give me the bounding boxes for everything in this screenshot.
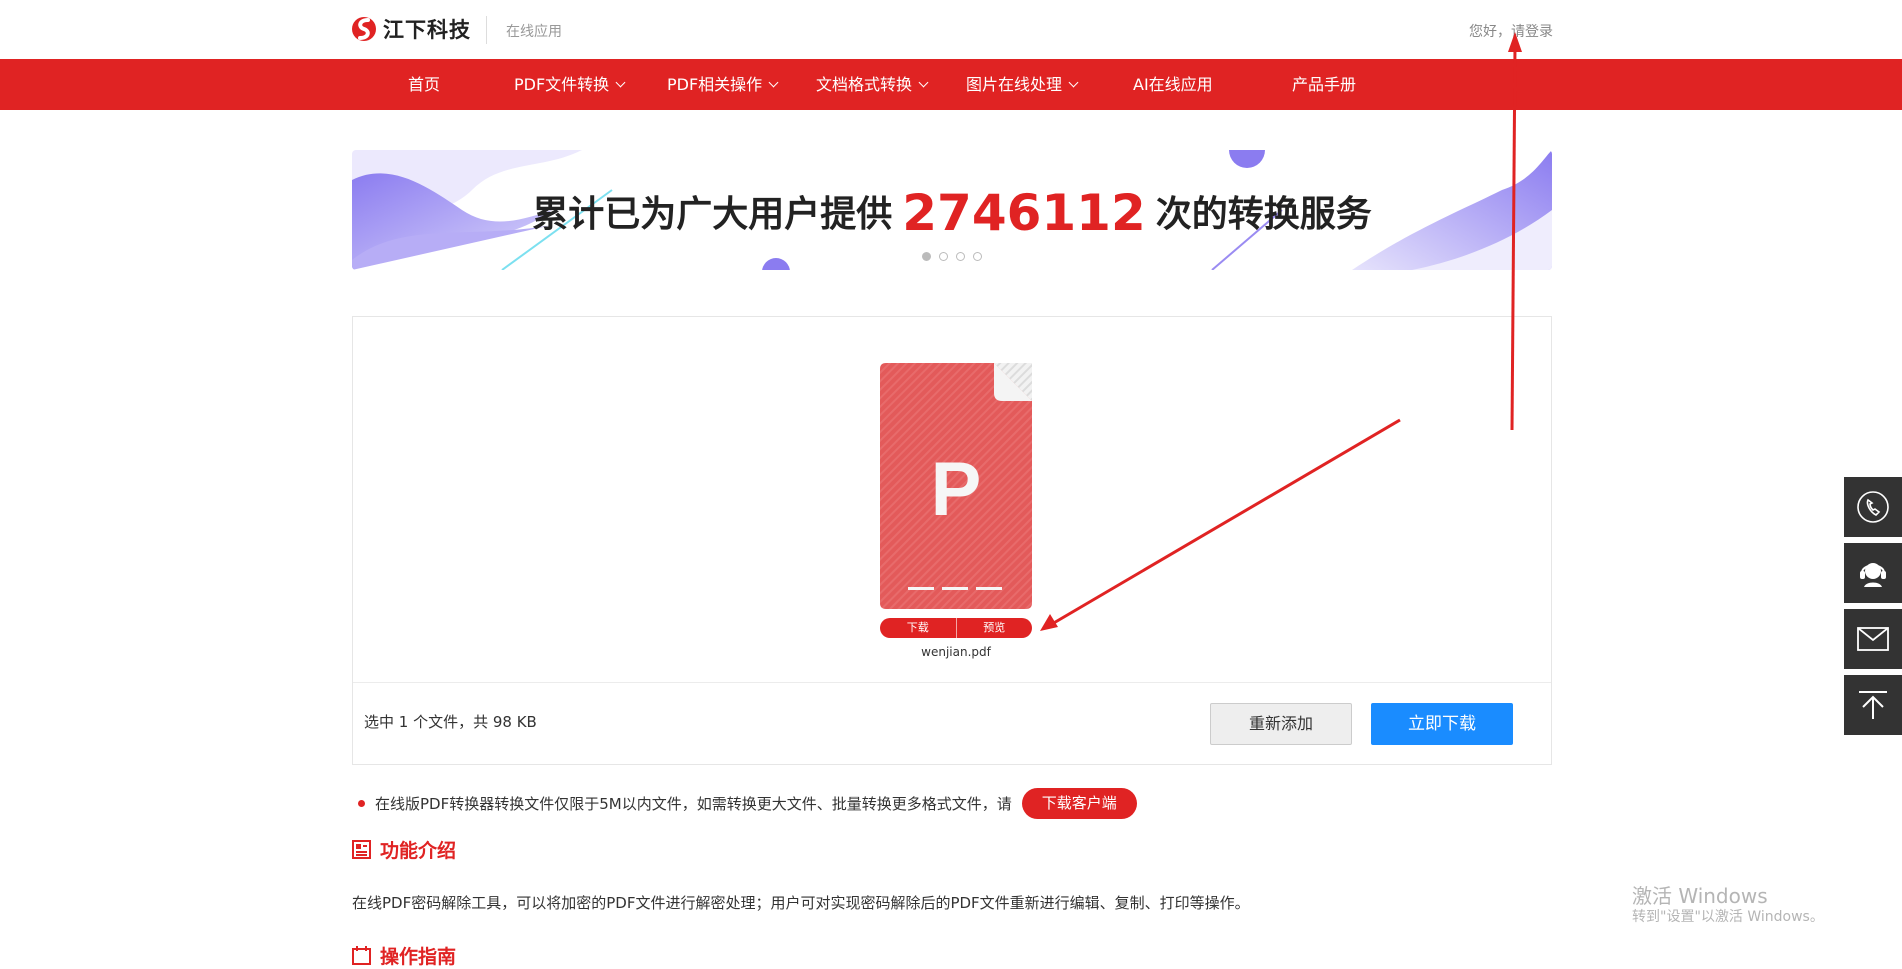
annotation-arrow-to-file [1051, 418, 1401, 626]
annotation-arrows [1040, 32, 1522, 631]
annotation-arrow-to-login [1510, 44, 1517, 431]
